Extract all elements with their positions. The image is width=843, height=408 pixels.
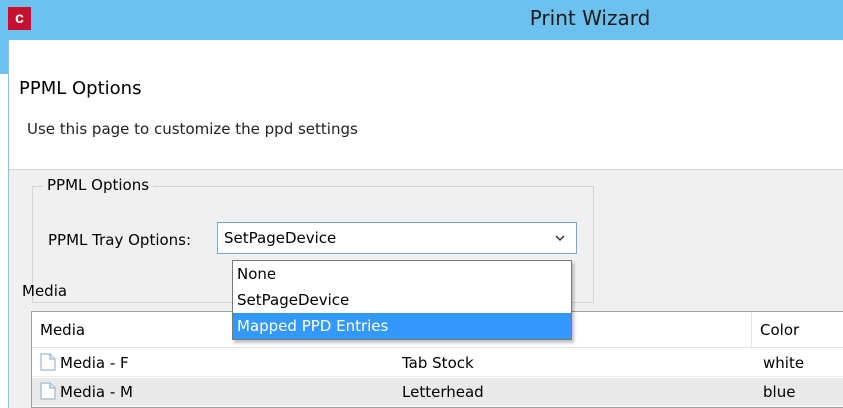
page-title: PPML Options [19,78,142,99]
wizard-frame: PPML Options Use this page to customize … [8,40,843,408]
media-type: Letterhead [402,383,484,401]
media-name: Media - M [60,383,133,401]
option-none[interactable]: None [233,261,571,287]
app-logo-icon[interactable]: c [8,7,31,30]
chevron-down-icon[interactable] [554,231,566,245]
document-icon [40,353,56,371]
document-icon [40,382,56,400]
media-section-label: Media [22,282,68,300]
table-row[interactable]: Media - F Tab Stock white [32,349,843,377]
media-color: white [763,354,805,372]
wizard-header: PPML Options Use this page to customize … [9,40,843,170]
column-header-color[interactable]: Color [752,312,843,348]
option-mapped-ppd-entries[interactable]: Mapped PPD Entries [233,313,571,339]
table-row[interactable]: Media - M Letterhead blue [32,378,843,406]
media-color: blue [763,383,796,401]
option-setpagedevice[interactable]: SetPageDevice [233,287,571,313]
media-type: Tab Stock [402,354,474,372]
tray-options-dropdown-list: None SetPageDevice Mapped PPD Entries [232,260,572,340]
media-name: Media - F [60,354,129,372]
selected-value: SetPageDevice [224,229,337,247]
tray-options-select[interactable]: SetPageDevice [217,222,577,254]
window-title: Print Wizard [529,6,651,30]
page-subtitle: Use this page to customize the ppd setti… [27,120,358,138]
tray-options-label: PPML Tray Options: [48,231,192,249]
group-legend: PPML Options [43,176,154,194]
